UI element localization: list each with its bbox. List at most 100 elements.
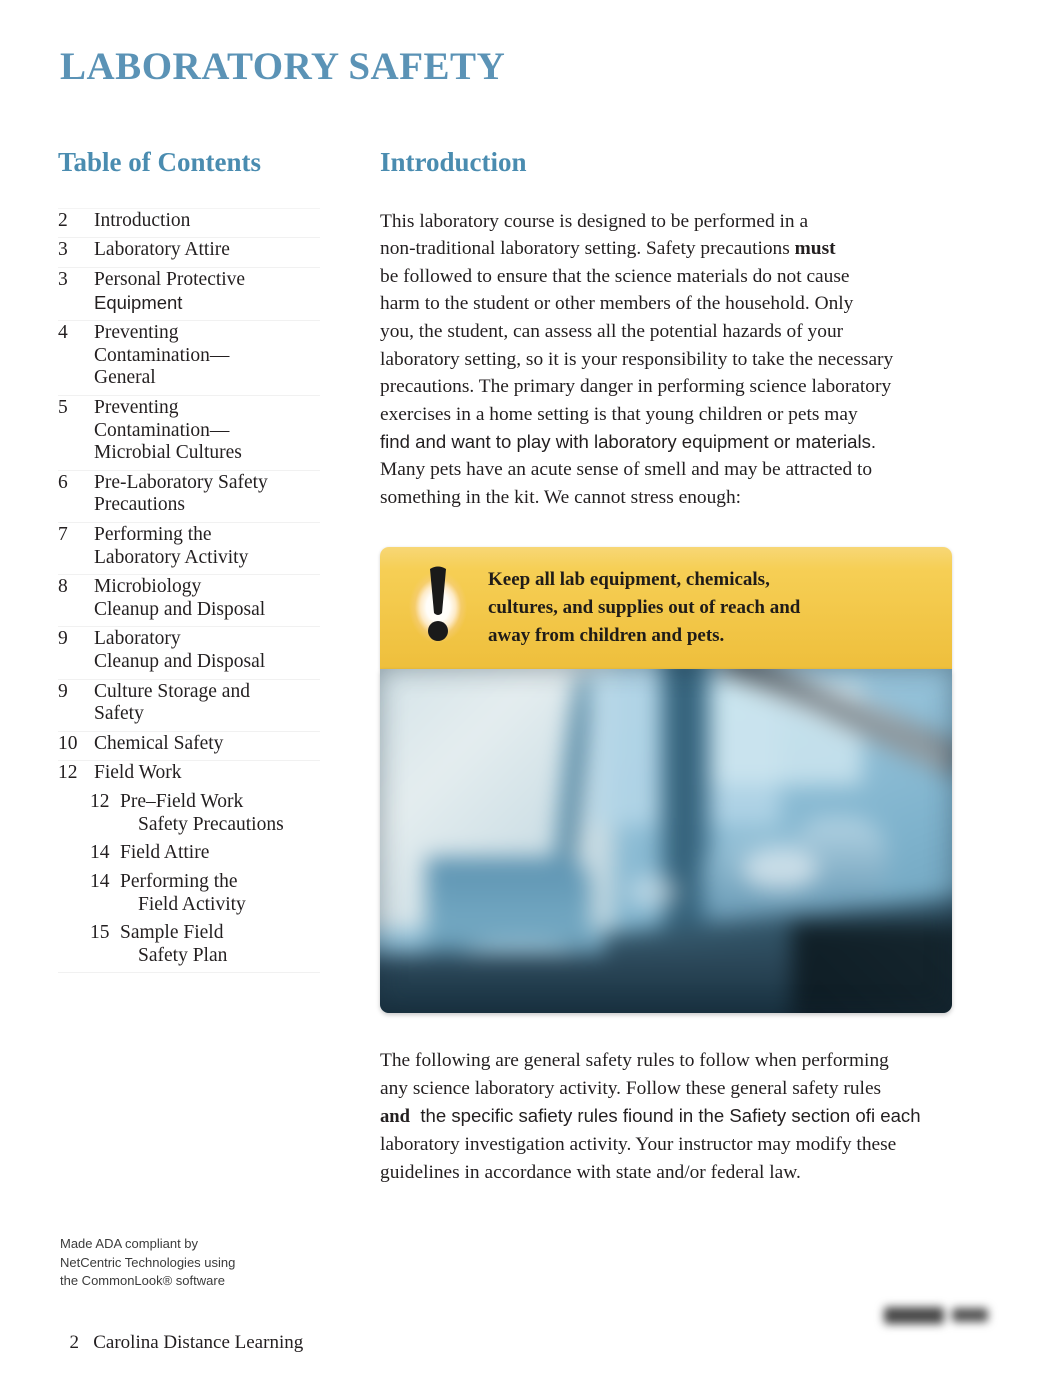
toc-entry-culture-storage-and-safety[interactable]: 9 Culture Storage and Safety bbox=[58, 680, 320, 732]
toc-page-number: 3 bbox=[58, 239, 68, 261]
toc-entry-label: Field Work bbox=[94, 762, 182, 784]
toc-label-line: Equipment bbox=[94, 291, 183, 313]
paragraph-line: This laboratory course is designed to be… bbox=[380, 210, 809, 232]
toc-subentry-sample-field-safety-plan[interactable]: 15 Sample Field Safety Plan bbox=[58, 921, 320, 974]
toc-entry-preventing-contamination-microbial-cultures[interactable]: 5 Preventing Contamination— Microbial Cu… bbox=[58, 396, 320, 471]
toc-label-line: Culture Storage and bbox=[94, 680, 250, 702]
paragraph-line: The following are general safety rules t… bbox=[380, 1050, 889, 1072]
toc-label-line: Safety bbox=[94, 703, 144, 725]
toc-label-line: Laboratory Activity bbox=[94, 546, 249, 568]
toc-subentry-performing-the-field-activity[interactable]: 14 Performing the Field Activity bbox=[58, 870, 320, 921]
toc-entry-introduction[interactable]: 2 Introduction bbox=[58, 207, 320, 239]
ada-compliance-note: Made ADA compliant by NetCentric Technol… bbox=[60, 1235, 235, 1291]
introduction-paragraph-1: This laboratory course is designed to be… bbox=[380, 208, 998, 512]
paragraph-line: any science laboratory activity. Follow … bbox=[380, 1077, 882, 1099]
toc-subentry-field-attire[interactable]: 14 Field Attire bbox=[58, 841, 320, 870]
toc-entry-laboratory-cleanup-and-disposal[interactable]: 9 Laboratory Cleanup and Disposal bbox=[58, 627, 320, 680]
toc-label-line: Pre-Laboratory Safety bbox=[94, 471, 268, 493]
toc-label-line: Pre–Field Work bbox=[120, 791, 244, 813]
toc-entry-label: Microbiology Cleanup and Disposal bbox=[94, 576, 320, 621]
warning-callout: Keep all lab equipment, chemicals, cultu… bbox=[380, 547, 952, 670]
footer-page-number: 2 bbox=[69, 1332, 80, 1353]
emphasis-and: and bbox=[380, 1106, 410, 1128]
paragraph-line: Many pets have an acute sense of smell a… bbox=[380, 459, 873, 481]
toc-page-number: 14 bbox=[90, 842, 110, 864]
toc-label-line: Contamination— bbox=[94, 344, 230, 366]
paragraph-line: laboratory setting, so it is your respon… bbox=[380, 348, 894, 370]
introduction-section: Introduction This laboratory course is d… bbox=[380, 147, 998, 1186]
ada-note-line: the CommonLook® software bbox=[60, 1273, 225, 1288]
exclamation-mark-icon bbox=[428, 566, 448, 642]
toc-page-number: 7 bbox=[58, 524, 68, 545]
toc-page-number: 8 bbox=[58, 576, 68, 598]
toc-entry-pre-laboratory-safety-precautions[interactable]: 6 Pre-Laboratory Safety Precautions bbox=[58, 471, 320, 523]
toc-label-line: Contamination— bbox=[94, 419, 230, 441]
toc-label-line: Personal Protective bbox=[94, 268, 246, 290]
callout-line: cultures, and supplies out of reach and bbox=[488, 597, 801, 619]
toc-entry-label: Preventing Contamination— Microbial Cult… bbox=[94, 397, 320, 465]
paragraph-line: harm to the student or other members of … bbox=[380, 293, 854, 315]
toc-list: 2 Introduction 3 Laboratory Attire 3 Per… bbox=[58, 207, 320, 974]
toc-entry-label: Pre-Laboratory Safety Precautions bbox=[94, 472, 320, 517]
toc-entry-preventing-contamination-general[interactable]: 4 Preventing Contamination— General bbox=[58, 321, 320, 396]
photo-vignette bbox=[380, 669, 952, 1013]
paragraph-line: laboratory investigation activity. Your … bbox=[380, 1134, 897, 1155]
toc-entry-personal-protective-equipment[interactable]: 3 Personal Protective Equipment bbox=[58, 268, 320, 322]
toc-entry-label: Performing the Field Activity bbox=[120, 871, 320, 916]
laboratory-photo bbox=[380, 669, 952, 1014]
toc-entry-label: Sample Field Safety Plan bbox=[120, 922, 320, 967]
footer-spacer bbox=[79, 1332, 93, 1353]
toc-label-line: General bbox=[94, 367, 156, 389]
brand-logo-mark bbox=[878, 1298, 1000, 1332]
toc-page-number: 5 bbox=[58, 396, 68, 418]
toc-entry-label: Pre–Field Work Safety Precautions bbox=[120, 791, 320, 836]
toc-subentry-pre-field-work-safety-precautions[interactable]: 12 Pre–Field Work Safety Precautions bbox=[58, 790, 320, 841]
toc-page-number: 14 bbox=[90, 870, 110, 892]
toc-label-line: Safety Precautions bbox=[138, 813, 284, 835]
paragraph-line: exercises in a home setting is that youn… bbox=[380, 403, 858, 425]
page-title: LABORATORY SAFETY bbox=[60, 45, 506, 88]
toc-entry-label: Introduction bbox=[94, 209, 191, 231]
paragraph-line: and the specific safiety rules fiound in… bbox=[380, 1102, 998, 1131]
ada-note-line: Made ADA compliant by bbox=[60, 1236, 199, 1251]
toc-entry-microbiology-cleanup-and-disposal[interactable]: 8 Microbiology Cleanup and Disposal bbox=[58, 575, 320, 628]
toc-page-number: 9 bbox=[58, 680, 68, 702]
page-footer: 2 Carolina Distance Learning bbox=[60, 1310, 304, 1354]
toc-entry-label: Field Attire bbox=[120, 842, 210, 864]
toc-label-line: Preventing bbox=[94, 322, 179, 344]
toc-entry-label: Performing the Laboratory Activity bbox=[94, 524, 320, 569]
toc-entry-chemical-safety[interactable]: 10 Chemical Safety bbox=[58, 732, 320, 762]
paragraph-line: precautions. The primary danger in perfo… bbox=[380, 376, 892, 398]
toc-page-number: 12 bbox=[90, 791, 110, 813]
toc-entry-label: Personal Protective Equipment bbox=[94, 269, 320, 315]
footer-publisher: Carolina Distance Learning bbox=[93, 1332, 304, 1353]
introduction-heading: Introduction bbox=[380, 147, 527, 177]
introduction-paragraph-2: The following are general safety rules t… bbox=[380, 1047, 998, 1186]
toc-label-line: Cleanup and Disposal bbox=[94, 651, 266, 673]
toc-label-line: Sample Field bbox=[120, 922, 224, 944]
toc-label-line: Performing the bbox=[94, 524, 212, 545]
paragraph-line: you, the student, can assess all the pot… bbox=[380, 321, 844, 343]
toc-entry-label: Chemical Safety bbox=[94, 732, 224, 754]
toc-entry-field-work[interactable]: 12 Field Work bbox=[58, 761, 320, 790]
toc-entry-label: Laboratory Attire bbox=[94, 239, 230, 261]
toc-label-line: Microbiology bbox=[94, 576, 202, 598]
paragraph-line: be followed to ensure that the science m… bbox=[380, 265, 850, 287]
toc-page-number: 4 bbox=[58, 322, 68, 344]
toc-label-line: Field Activity bbox=[138, 893, 246, 915]
brand-logo bbox=[878, 1298, 1000, 1332]
warning-callout-text: Keep all lab equipment, chemicals, cultu… bbox=[488, 566, 952, 650]
table-of-contents: Table of Contents 2 Introduction 3 Labor… bbox=[58, 147, 320, 974]
toc-entry-performing-the-laboratory-activity[interactable]: 7 Performing the Laboratory Activity bbox=[58, 523, 320, 576]
toc-label-line: Precautions bbox=[94, 494, 185, 516]
toc-page-number: 2 bbox=[58, 209, 68, 231]
paragraph-line-text: non-traditional laboratory setting. Safe… bbox=[380, 238, 795, 260]
exclamation-warning-icon bbox=[380, 547, 488, 669]
toc-label-line: Safety Plan bbox=[138, 944, 228, 966]
paragraph-line: find and want to play with laboratory eq… bbox=[380, 431, 877, 453]
toc-label-line: Cleanup and Disposal bbox=[94, 598, 266, 620]
toc-entry-laboratory-attire[interactable]: 3 Laboratory Attire bbox=[58, 238, 320, 268]
toc-page-number: 10 bbox=[58, 732, 78, 754]
toc-page-number: 15 bbox=[90, 922, 110, 944]
toc-heading: Table of Contents bbox=[58, 147, 262, 177]
